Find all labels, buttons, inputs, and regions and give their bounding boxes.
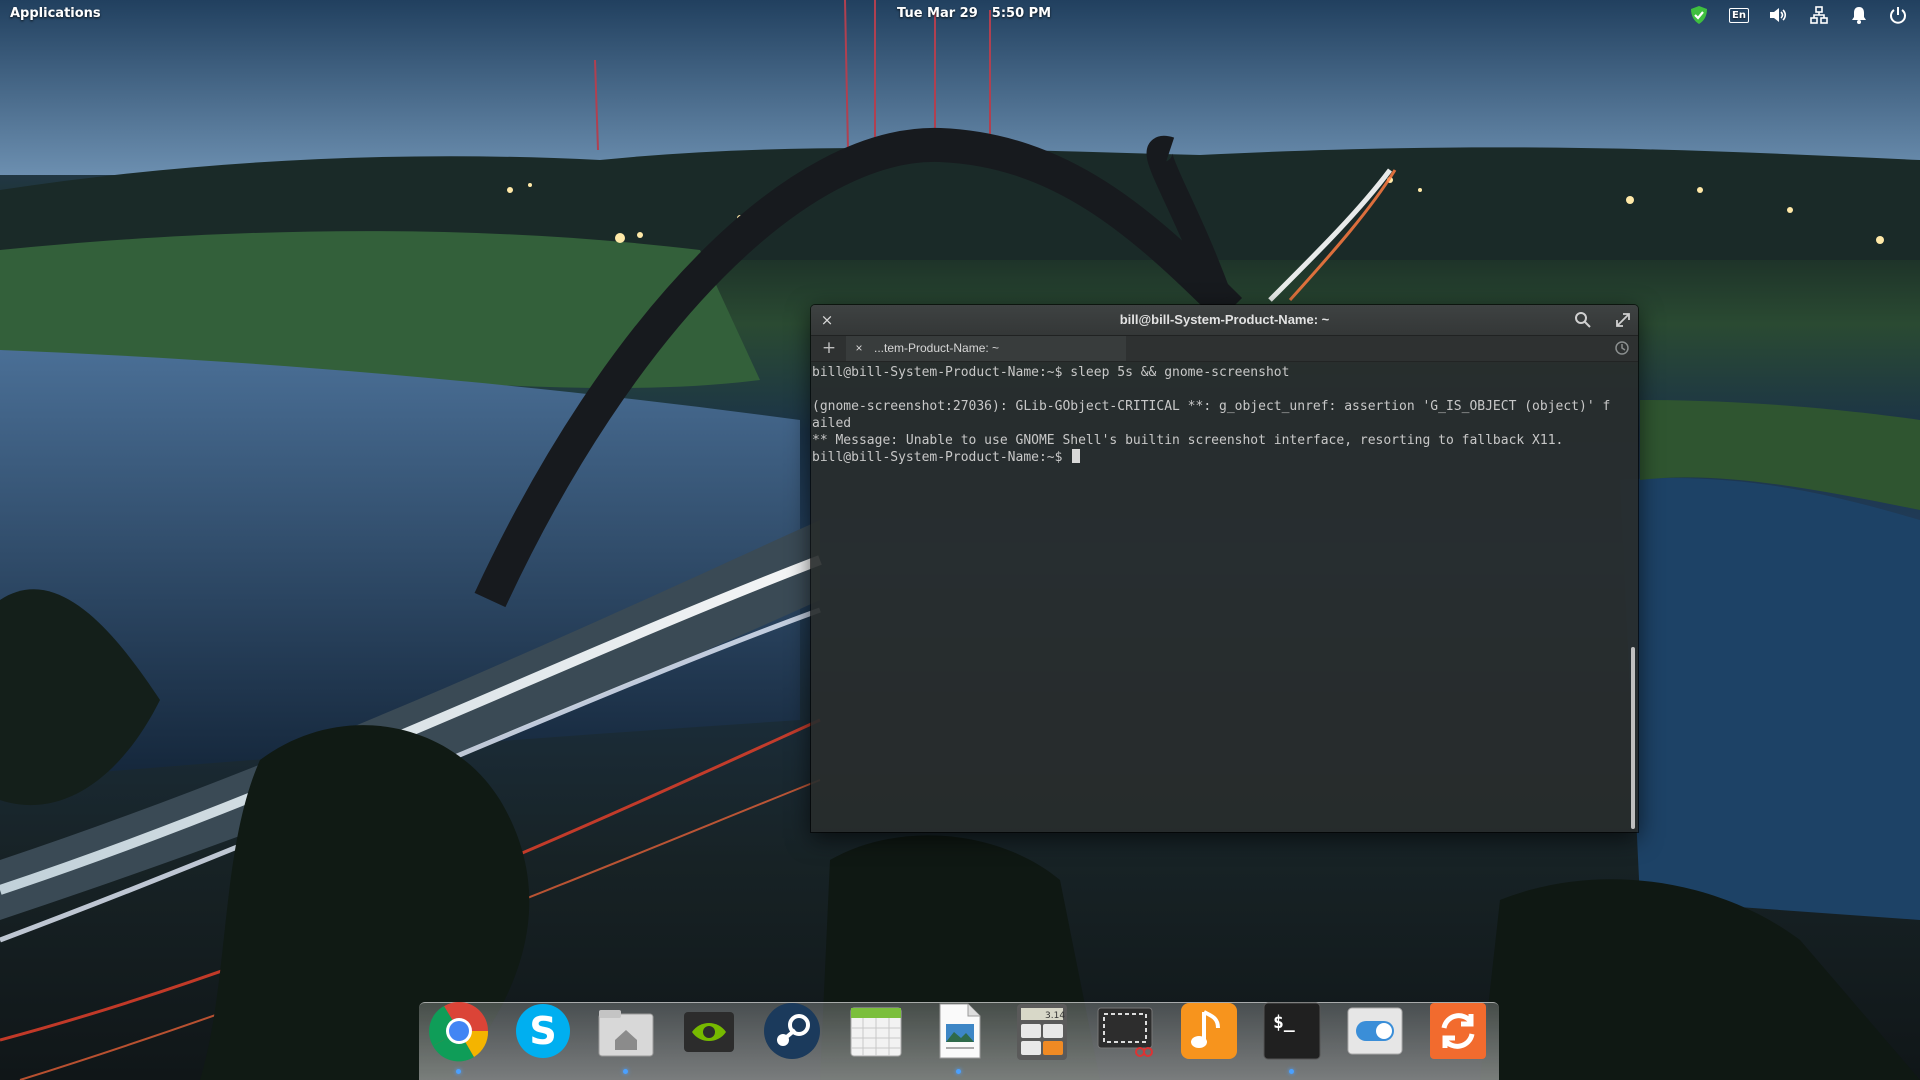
- dock-item-music[interactable]: [1178, 1000, 1240, 1066]
- keyboard-layout-label: En: [1729, 8, 1749, 23]
- search-icon[interactable]: [1574, 311, 1592, 329]
- running-indicator: [956, 1069, 961, 1074]
- dock-item-calendar[interactable]: [845, 1000, 907, 1066]
- dock-item-files[interactable]: [595, 1000, 657, 1066]
- folder-home-icon: [595, 1000, 657, 1062]
- terminal-prompt: bill@bill-System-Product-Name:~$: [812, 450, 1070, 465]
- maximize-icon[interactable]: [1614, 311, 1632, 329]
- running-indicator: [623, 1069, 628, 1074]
- time-label: 5:50 PM: [992, 6, 1051, 21]
- calculator-icon: [1011, 1000, 1073, 1062]
- dock-item-screenshot[interactable]: [1094, 1000, 1156, 1066]
- terminal-prompt-line: bill@bill-System-Product-Name:~$: [812, 449, 1626, 466]
- tab-terminal[interactable]: × ...tem-Product-Name: ~: [846, 336, 1126, 361]
- window-title: bill@bill-System-Product-Name: ~: [811, 312, 1638, 327]
- check-shield-icon[interactable]: [1688, 4, 1710, 26]
- refresh-update-icon: [1427, 1000, 1489, 1062]
- running-indicator: [1289, 1069, 1294, 1074]
- terminal-line: ailed: [812, 415, 1626, 432]
- dock-item-skype[interactable]: S: [512, 1000, 574, 1066]
- music-note-icon: [1178, 1000, 1240, 1062]
- tab-label: ...tem-Product-Name: ~: [874, 341, 999, 355]
- new-tab-button[interactable]: +: [819, 338, 839, 358]
- date-label: Tue Mar 29: [897, 6, 978, 21]
- terminal-line: (gnome-screenshot:27036): GLib-GObject-C…: [812, 398, 1626, 415]
- toggle-settings-icon: [1344, 1000, 1406, 1062]
- dock-item-document-viewer[interactable]: [928, 1000, 990, 1066]
- terminal-icon-label: $_: [1273, 1012, 1295, 1033]
- calculator-display-text: 3.14: [1045, 1011, 1065, 1021]
- terminal-output[interactable]: bill@bill-System-Product-Name:~$ sleep 5…: [811, 362, 1626, 832]
- terminal-titlebar[interactable]: × bill@bill-System-Product-Name: ~: [811, 305, 1638, 336]
- terminal-line: ** Message: Unable to use GNOME Shell's …: [812, 432, 1626, 449]
- running-indicator: [456, 1069, 461, 1074]
- steam-icon: [761, 1000, 823, 1062]
- dock-item-switchboard-settings[interactable]: [1344, 1000, 1406, 1066]
- screenshot-icon: [1094, 1000, 1156, 1062]
- terminal-line: ​: [812, 381, 1626, 398]
- dock-item-nvidia-settings[interactable]: [678, 1000, 740, 1066]
- terminal-line: bill@bill-System-Product-Name:~$ sleep 5…: [812, 364, 1626, 381]
- dock-item-steam[interactable]: [761, 1000, 823, 1066]
- nvidia-icon: [678, 1000, 740, 1062]
- notifications-bell-icon[interactable]: [1848, 4, 1870, 26]
- dock-item-chrome[interactable]: [428, 1000, 490, 1066]
- terminal-tabbar: + × ...tem-Product-Name: ~: [811, 336, 1638, 362]
- dock-item-terminal[interactable]: $_: [1261, 1000, 1323, 1066]
- text-cursor: [1072, 449, 1080, 463]
- network-icon[interactable]: [1808, 4, 1830, 26]
- dock-item-software-update[interactable]: [1427, 1000, 1489, 1066]
- history-icon[interactable]: [1614, 340, 1630, 356]
- power-icon[interactable]: [1887, 4, 1909, 26]
- keyboard-layout-indicator[interactable]: En: [1728, 4, 1750, 26]
- svg-text:S: S: [529, 1009, 556, 1053]
- chrome-icon: [428, 1000, 490, 1062]
- volume-icon[interactable]: [1767, 4, 1789, 26]
- terminal-scrollbar[interactable]: [1631, 647, 1635, 829]
- terminal-window[interactable]: × bill@bill-System-Product-Name: ~ + × .…: [811, 305, 1638, 832]
- top-panel: Applications Tue Mar 29 5:50 PM En: [0, 0, 1920, 28]
- dock-item-calculator[interactable]: 3.14: [1011, 1000, 1073, 1066]
- document-icon: [928, 1000, 990, 1062]
- applications-menu-button[interactable]: Applications: [10, 6, 101, 21]
- tab-close-icon[interactable]: ×: [852, 341, 866, 355]
- skype-icon: S: [512, 1000, 574, 1062]
- clock-indicator[interactable]: Tue Mar 29 5:50 PM: [897, 6, 1051, 21]
- calendar-icon: [845, 1000, 907, 1062]
